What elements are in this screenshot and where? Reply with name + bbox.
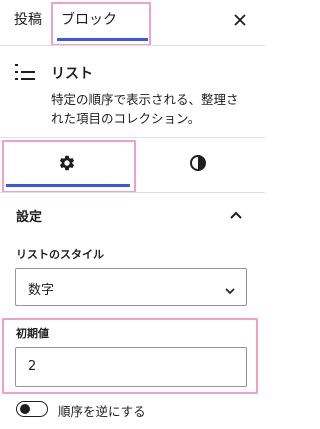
panel-title: 設定 — [16, 210, 43, 225]
block-description-2: れた項目のコレクション。 — [51, 111, 201, 126]
list-style-label: リストのスタイル — [16, 248, 104, 261]
chevron-down-icon — [224, 282, 236, 295]
tab-post-label: 投稿 — [14, 12, 42, 28]
tab-settings-highlight — [2, 140, 136, 193]
close-icon[interactable] — [231, 11, 249, 29]
start-value-input[interactable]: 2 — [15, 347, 247, 387]
reverse-order-toggle[interactable] — [16, 401, 48, 417]
contrast-icon — [189, 154, 207, 172]
header-divider — [0, 45, 265, 46]
tab-block-highlight — [51, 2, 151, 46]
list-style-select[interactable]: 数字 — [15, 268, 247, 306]
chevron-up-icon — [229, 207, 243, 221]
block-description-1: 特定の順序で表示される、整理さ — [51, 92, 239, 107]
toggle-knob — [20, 404, 30, 414]
block-title: リスト — [51, 66, 93, 82]
list-style-value: 数字 — [28, 283, 55, 298]
panel-header[interactable]: 設定 — [0, 195, 265, 233]
start-value-label: 初期値 — [16, 327, 49, 340]
inspector-tabs-divider — [0, 192, 265, 193]
reverse-order-label: 順序を逆にする — [58, 404, 146, 419]
tab-styles[interactable] — [136, 140, 261, 188]
start-value-text: 2 — [28, 359, 37, 374]
tab-post[interactable]: 投稿 — [14, 10, 42, 30]
card-divider — [0, 137, 265, 138]
list-icon — [15, 62, 37, 82]
